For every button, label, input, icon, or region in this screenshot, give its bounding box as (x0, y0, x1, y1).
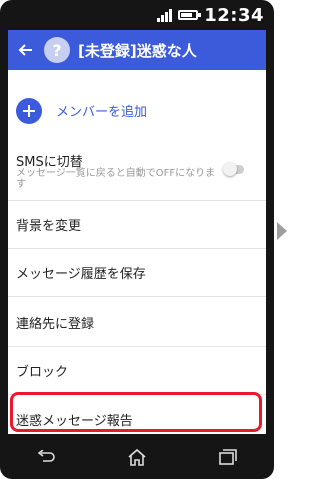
menu-item-change-background[interactable]: 背景を変更 (8, 201, 266, 249)
highlight-box (10, 392, 262, 432)
status-bar: 12:34 (0, 0, 274, 30)
back-button[interactable] (8, 30, 42, 70)
back-icon (37, 449, 55, 462)
status-time: 12:34 (204, 4, 264, 26)
add-member-button[interactable]: メンバーを追加 (8, 90, 266, 131)
toggle-knob (223, 162, 237, 176)
app-bar: ? [未登録]迷惑な人 (8, 30, 266, 70)
signal-icon (157, 8, 173, 22)
page-title: [未登録]迷惑な人 (78, 41, 197, 60)
sms-switch-row[interactable]: SMSに切替 メッセージ一覧に戻ると自動でOFFになります (8, 143, 266, 201)
battery-icon (178, 10, 202, 20)
nav-recent-apps-button[interactable] (208, 442, 248, 472)
menu-item-label: メッセージ履歴を保存 (16, 267, 146, 282)
phone-frame: 12:34 ? [未登録]迷惑な人 メンバーを追加 SMSに切替 メッセージ一覧… (0, 0, 274, 479)
home-icon (128, 448, 146, 466)
add-icon (16, 97, 42, 124)
sms-toggle[interactable] (223, 162, 244, 176)
menu-item-block[interactable]: ブロック (8, 347, 266, 395)
menu-item-label: 連絡先に登録 (16, 317, 95, 332)
sms-switch-description: メッセージ一覧に戻ると自動でOFFになります (16, 168, 216, 190)
recent-apps-icon (219, 448, 238, 465)
nav-home-button[interactable] (117, 442, 157, 472)
next-arrow-icon (277, 222, 287, 240)
nav-back-button[interactable] (26, 442, 66, 472)
avatar[interactable]: ? (44, 37, 70, 63)
app-screen: ? [未登録]迷惑な人 メンバーを追加 SMSに切替 メッセージ一覧に戻ると自動… (8, 30, 266, 434)
menu-item-label: 背景を変更 (16, 219, 82, 234)
menu-item-label: ブロック (16, 365, 69, 380)
navigation-bar (0, 434, 274, 479)
menu-item-save-history[interactable]: メッセージ履歴を保存 (8, 249, 266, 297)
menu-item-register-contact[interactable]: 連絡先に登録 (8, 299, 266, 347)
back-arrow-icon (18, 44, 32, 56)
add-member-label: メンバーを追加 (56, 105, 148, 120)
